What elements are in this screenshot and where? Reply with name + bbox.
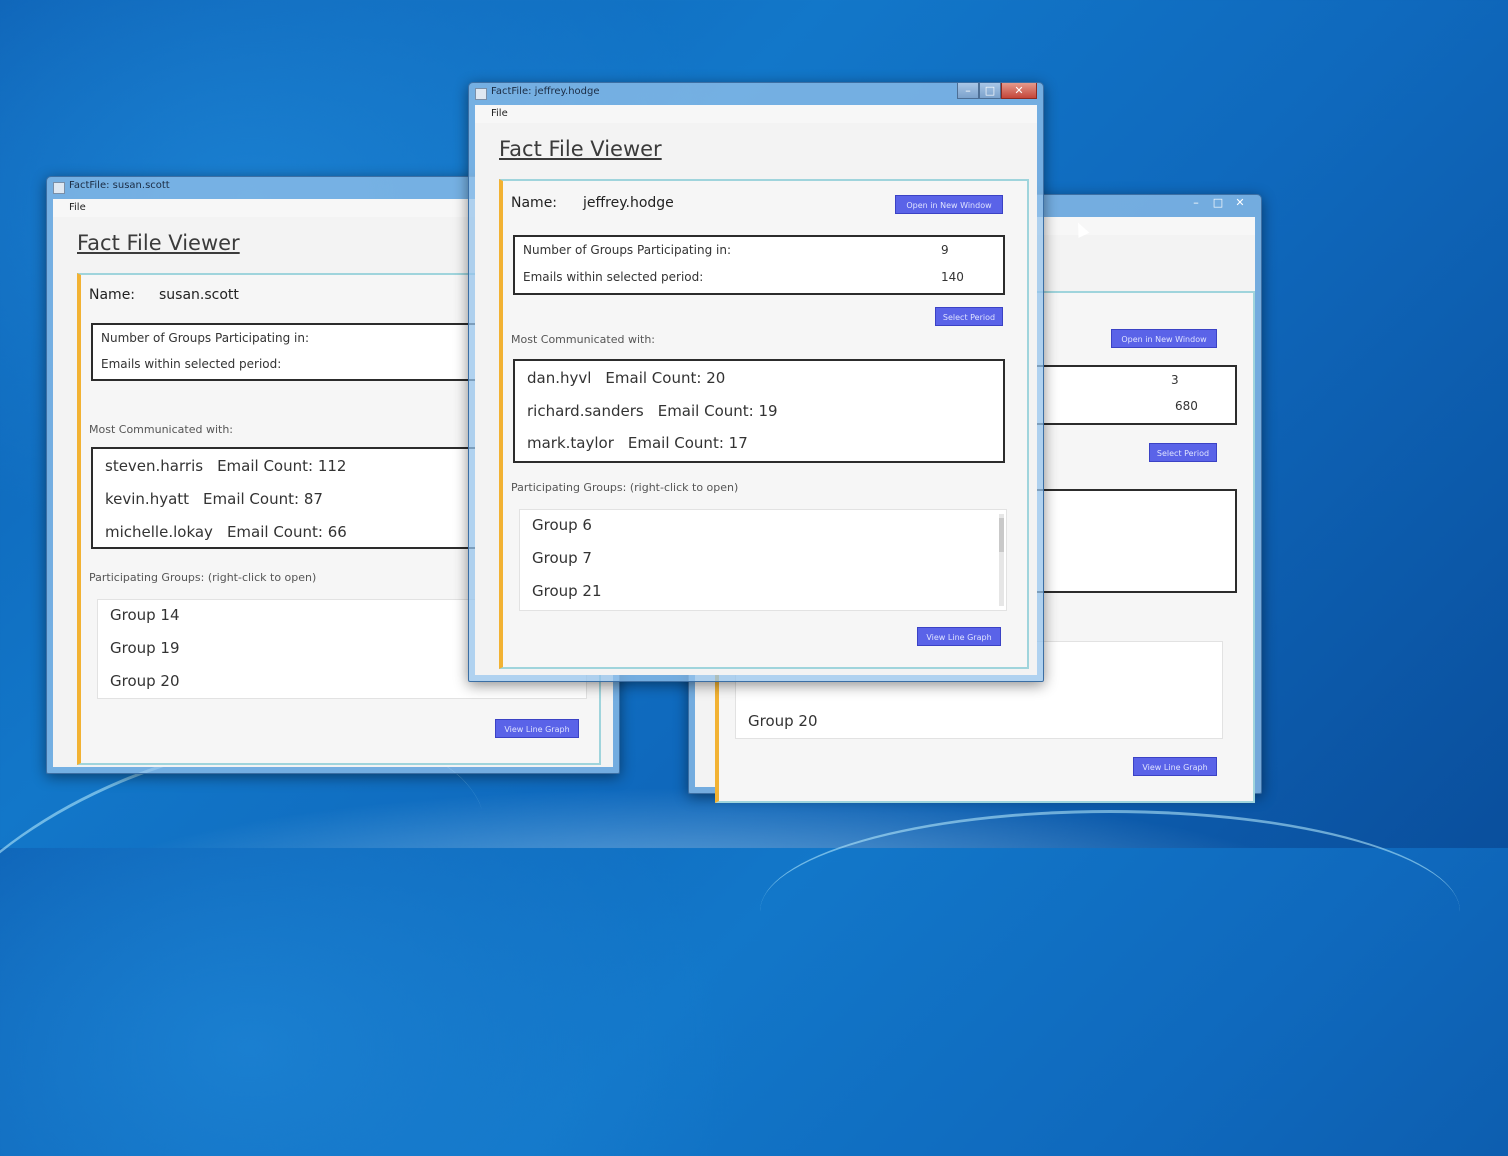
scrollbar-thumb[interactable] [999, 518, 1004, 552]
email-count: 19 [758, 402, 778, 420]
group-item[interactable]: Group 20 [748, 712, 818, 730]
contact-row[interactable]: mark.taylor Email Count: 17 [527, 434, 748, 452]
groups-count-value: 3 [1171, 373, 1179, 387]
name-label: Name: [511, 195, 558, 211]
emails-count-value: 680 [1175, 399, 1198, 413]
close-button[interactable]: ✕ [1001, 83, 1037, 99]
email-count-label: Email Count: [627, 434, 724, 452]
contact-name: michelle.lokay [105, 523, 213, 541]
contact-row[interactable]: dan.hyvl Email Count: 20 [527, 369, 725, 387]
name-label: Name: [89, 287, 136, 303]
contacts-list: dan.hyvl Email Count: 20 richard.sanders E… [513, 359, 1005, 463]
email-count: 20 [706, 369, 726, 387]
contact-name: richard.sanders [527, 402, 644, 420]
menu-file[interactable]: File [69, 202, 86, 213]
emails-count-label: Emails within selected period: [523, 270, 704, 284]
contact-row[interactable]: steven.harris Email Count: 112 [105, 457, 346, 475]
select-period-button[interactable]: Select Period [935, 307, 1003, 326]
window-client: File Fact File Viewer Name: jeffrey.hodg… [475, 105, 1037, 675]
app-icon [475, 88, 487, 100]
close-button[interactable]: ✕ [1229, 195, 1251, 211]
page-title: Fact File Viewer [77, 231, 240, 255]
open-new-window-button[interactable]: Open in New Window [1111, 329, 1217, 348]
menu-bar: File [475, 105, 1037, 123]
select-period-button[interactable]: Select Period [1149, 443, 1217, 462]
title-bar[interactable]: FactFile: jeffrey.hodge – □ ✕ [469, 83, 1043, 105]
email-count-label: Email Count: [657, 402, 754, 420]
name-value: susan.scott [159, 287, 239, 303]
wallpaper-streak [760, 810, 1460, 1013]
view-line-graph-button[interactable]: View Line Graph [1133, 757, 1217, 776]
most-communicated-label: Most Communicated with: [511, 333, 655, 346]
group-item[interactable]: Group 6 [532, 516, 592, 534]
group-item[interactable]: Group 7 [532, 549, 592, 567]
group-item[interactable]: Group 20 [110, 672, 180, 690]
maximize-button[interactable]: □ [1207, 195, 1229, 211]
email-count: 17 [728, 434, 748, 452]
window-jeffrey-hodge[interactable]: FactFile: jeffrey.hodge – □ ✕ File Fact … [468, 82, 1044, 682]
group-item[interactable]: Group 14 [110, 606, 180, 624]
contact-name: mark.taylor [527, 434, 614, 452]
minimize-button[interactable]: – [957, 83, 979, 99]
group-item[interactable]: Group 19 [110, 639, 180, 657]
scrollbar[interactable] [999, 514, 1004, 606]
participating-groups-label: Participating Groups: (right-click to op… [89, 571, 317, 584]
contact-name: steven.harris [105, 457, 204, 475]
contact-name: dan.hyvl [527, 369, 592, 387]
email-count-label: Email Count: [203, 490, 300, 508]
window-controls: – □ ✕ [1185, 195, 1251, 211]
page-title: Fact File Viewer [499, 137, 662, 161]
email-count-label: Email Count: [226, 523, 323, 541]
emails-count-label: Emails within selected period: [101, 357, 282, 371]
groups-count-label: Number of Groups Participating in: [101, 331, 309, 345]
email-count: 87 [303, 490, 323, 508]
email-count-label: Email Count: [605, 369, 702, 387]
minimize-button[interactable]: – [1185, 195, 1207, 211]
stats-box: Number of Groups Participating in: 9 Ema… [513, 235, 1005, 295]
contact-row[interactable]: kevin.hyatt Email Count: 87 [105, 490, 323, 508]
open-new-window-button[interactable]: Open in New Window [895, 195, 1003, 214]
email-count-label: Email Count: [217, 457, 314, 475]
groups-count-label: Number of Groups Participating in: [523, 243, 731, 257]
app-icon [53, 182, 65, 194]
view-line-graph-button[interactable]: View Line Graph [495, 719, 579, 738]
window-controls: – □ ✕ [957, 83, 1037, 99]
contact-name: kevin.hyatt [105, 490, 190, 508]
window-title: FactFile: jeffrey.hodge [491, 86, 600, 97]
contact-row[interactable]: richard.sanders Email Count: 19 [527, 402, 778, 420]
email-count: 66 [327, 523, 347, 541]
groups-count-value: 9 [941, 243, 949, 257]
email-count: 112 [317, 457, 347, 475]
contact-row[interactable]: michelle.lokay Email Count: 66 [105, 523, 347, 541]
emails-count-value: 140 [941, 270, 964, 284]
participating-groups-label: Participating Groups: (right-click to op… [511, 481, 739, 494]
window-title: FactFile: susan.scott [69, 180, 170, 191]
maximize-button[interactable]: □ [979, 83, 1001, 99]
name-value: jeffrey.hodge [583, 195, 674, 211]
menu-file[interactable]: File [491, 108, 508, 119]
most-communicated-label: Most Communicated with: [89, 423, 233, 436]
group-item[interactable]: Group 21 [532, 582, 602, 600]
view-line-graph-button[interactable]: View Line Graph [917, 627, 1001, 646]
groups-list: Group 6 Group 7 Group 21 [519, 509, 1007, 611]
fact-panel: Name: jeffrey.hodge Open in New Window N… [499, 179, 1029, 669]
